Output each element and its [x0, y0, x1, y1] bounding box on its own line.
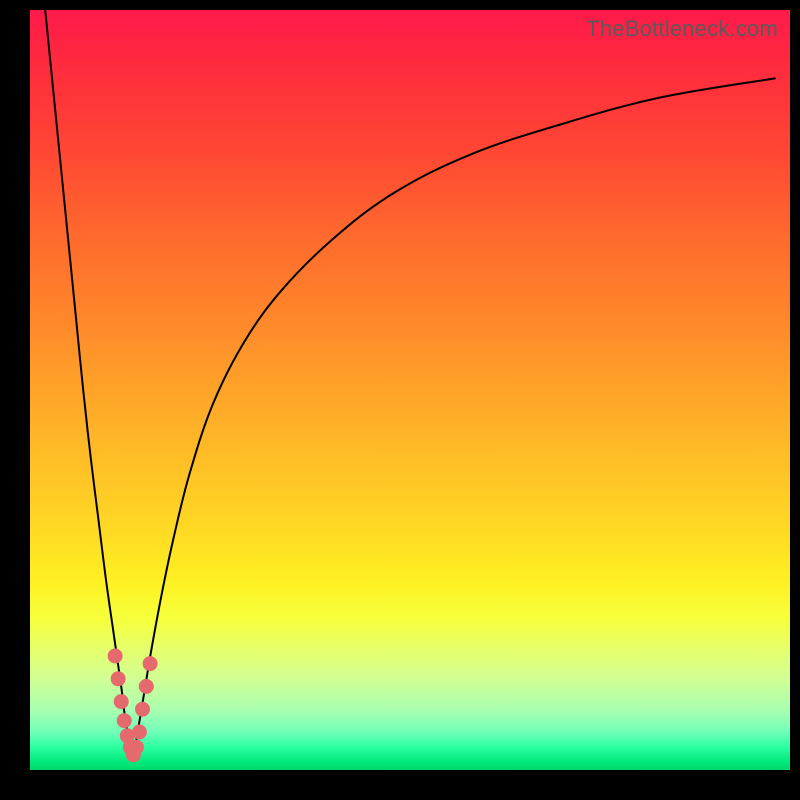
highlight-marker	[108, 649, 122, 663]
highlight-marker	[139, 679, 153, 693]
curve-right-branch	[133, 78, 775, 758]
highlight-marker	[111, 672, 125, 686]
highlight-marker	[135, 702, 149, 716]
chart-plot-area: TheBottleneck.com	[30, 10, 790, 770]
highlight-marker	[132, 725, 146, 739]
highlight-marker	[129, 740, 143, 754]
chart-frame: TheBottleneck.com	[0, 0, 800, 800]
highlight-marker	[114, 695, 128, 709]
highlight-marker	[117, 714, 131, 728]
curve-left-branch	[45, 10, 132, 759]
chart-svg	[30, 10, 790, 770]
highlight-marker	[143, 657, 157, 671]
highlight-markers	[108, 649, 157, 762]
